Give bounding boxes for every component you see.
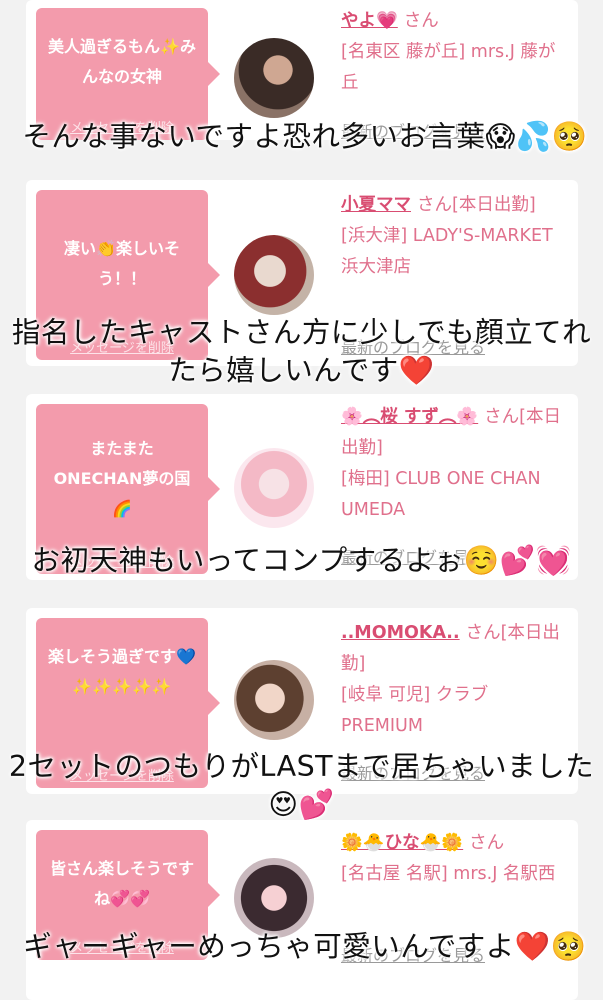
sender-info: 🌼🐣ひな🐣🌼 さん [名古屋 名駅] mrs.J 名駅西 bbox=[341, 828, 566, 890]
sender-info: ..MOMOKA.. さん[本日出勤] [岐阜 可児] クラブ PREMIUM bbox=[341, 618, 566, 742]
avatar[interactable] bbox=[234, 858, 314, 938]
caption-text: そんな事ないですよ恐れ多いお言葉😱💦🥺 bbox=[22, 120, 588, 153]
sender-info: やよ💗 さん [名東区 藤が丘] mrs.J 藤が丘 bbox=[341, 6, 566, 99]
avatar[interactable] bbox=[234, 38, 314, 118]
message-text: 楽しそう過ぎです💙✨✨✨✨✨ bbox=[48, 647, 196, 696]
shop-name[interactable]: [名古屋 名駅] mrs.J 名駅西 bbox=[341, 859, 566, 890]
shop-name[interactable]: [浜大津] LADY'S-MARKET 浜大津店 bbox=[341, 221, 566, 283]
honorific: さん bbox=[469, 833, 505, 853]
shop-name[interactable]: [名東区 藤が丘] mrs.J 藤が丘 bbox=[341, 37, 566, 99]
honorific: さん bbox=[403, 11, 439, 31]
work-status: [本日出勤] bbox=[452, 195, 536, 215]
avatar[interactable] bbox=[234, 448, 314, 528]
caption-text: 指名したキャストさん方に少しでも顔立てれたら嬉しいんです❤️ bbox=[11, 316, 592, 387]
sender-name[interactable]: 🌼🐣ひな🐣🌼 bbox=[341, 833, 463, 853]
sender-name[interactable]: 小夏ママ bbox=[341, 195, 411, 215]
sender-name[interactable]: やよ💗 bbox=[341, 11, 398, 31]
message-card: 皆さん楽しそうですね💞💞 メッセージを削除 🌼🐣ひな🐣🌼 さん [名古屋 名駅] … bbox=[26, 820, 578, 1000]
message-text: またまたONECHAN夢の国🌈 bbox=[53, 439, 191, 518]
avatar[interactable] bbox=[234, 235, 314, 315]
honorific: さん bbox=[417, 195, 452, 215]
honorific: さん bbox=[465, 623, 501, 643]
avatar[interactable] bbox=[234, 660, 314, 740]
shop-name[interactable]: [岐阜 可児] クラブ PREMIUM bbox=[341, 680, 566, 742]
sender-name[interactable]: ..MOMOKA.. bbox=[341, 623, 460, 643]
honorific: さん bbox=[484, 407, 520, 427]
sender-info: 小夏ママ さん[本日出勤] [浜大津] LADY'S-MARKET 浜大津店 bbox=[341, 190, 566, 283]
sender-name[interactable]: 🌸︵桜 すず︵🌸 bbox=[341, 407, 478, 427]
caption-text: 2セットのつもりがLASTまで居ちゃいました😍💕 bbox=[8, 750, 595, 821]
sender-info: 🌸︵桜 すず︵🌸 さん[本日出勤] [梅田] CLUB ONE CHAN UMED… bbox=[341, 402, 566, 526]
shop-name[interactable]: [梅田] CLUB ONE CHAN UMEDA bbox=[341, 464, 566, 526]
caption-text: ギャーギャーめっちゃ可愛いんですよ❤️🥺 bbox=[23, 930, 587, 963]
caption-text: お初天神もいってコンプするよぉ☺️💕💓 bbox=[31, 544, 572, 577]
message-text: 凄い👏楽しいそう！！ bbox=[64, 239, 180, 288]
message-text: 美人過ぎるもん✨みんなの女神 bbox=[48, 37, 196, 86]
message-text: 皆さん楽しそうですね💞💞 bbox=[49, 859, 194, 908]
